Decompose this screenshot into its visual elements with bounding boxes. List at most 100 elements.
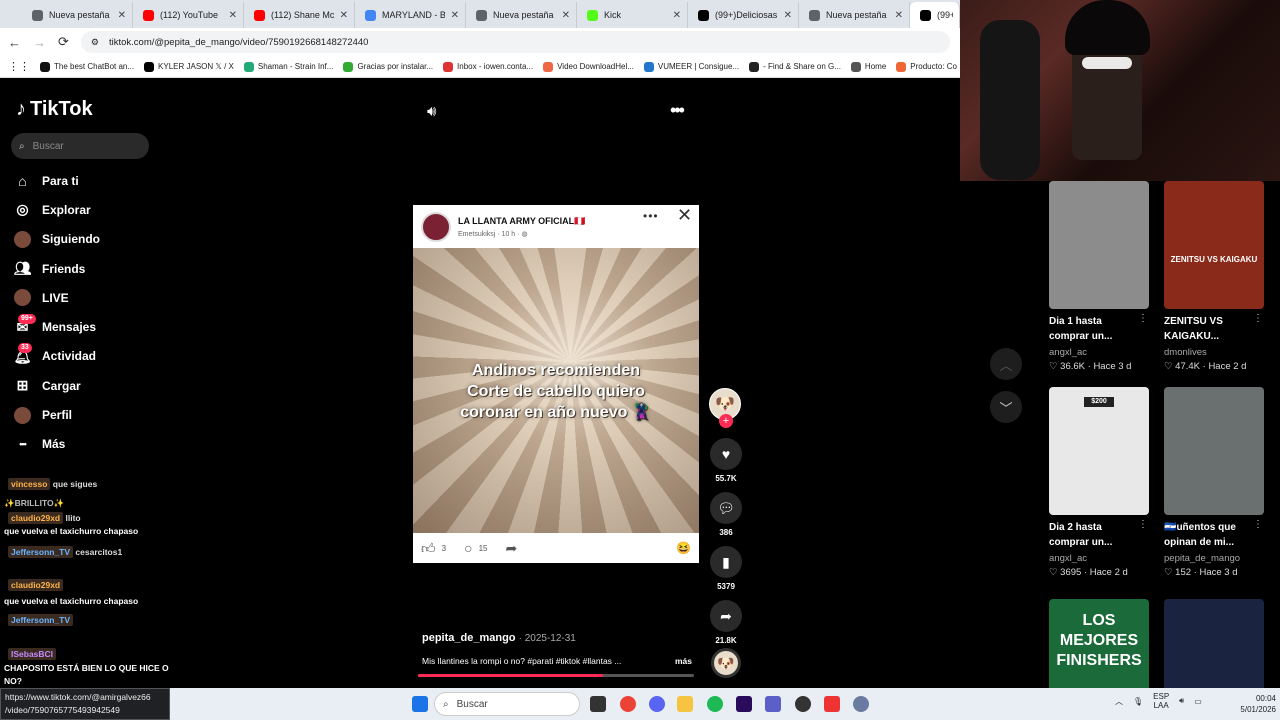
chrome-icon[interactable] [620,696,636,712]
tray-chevron-icon[interactable]: ︿ [1115,696,1123,707]
rec-more-icon[interactable]: ⋮ [1253,313,1263,324]
browser-tab[interactable]: Nueva pestaña ✕ [799,2,910,28]
tab-close-icon[interactable]: ✕ [340,10,348,21]
like-button[interactable]: ♥ [710,438,742,470]
bookmark-item[interactable]: Shaman - Strain Inf... [243,61,333,72]
bookmark-item[interactable]: KYLER JASON 𝕏 / X [144,61,234,72]
windows-start-icon[interactable] [412,696,428,712]
premiere-icon[interactable] [736,696,752,712]
sidebar-item-siguiendo[interactable]: Siguiendo [14,225,164,254]
rec-more-icon[interactable]: ⋮ [1138,313,1148,324]
taskbar-search[interactable]: ⌕ Buscar [434,692,580,716]
bookmark-item[interactable]: Home [850,61,886,72]
taskbar-clock[interactable]: 00:04 5/01/2026 [1230,693,1276,715]
back-icon[interactable]: ← [8,35,21,50]
browser-tab[interactable]: (112) YouTube ✕ [133,2,244,28]
more-options-icon[interactable]: ••• [670,100,685,121]
tab-favicon-icon [920,9,931,21]
tab-favicon-icon [587,9,598,21]
discord-icon[interactable] [649,696,665,712]
rec-more-icon[interactable]: ⋮ [1138,519,1148,530]
recommended-video[interactable]: ⋮ 🇸🇻uñentos que opinan de mi... pepita_d… [1164,387,1266,578]
tab-close-icon[interactable]: ✕ [229,10,237,21]
bookmark-item[interactable]: Video DownloadHel... [543,61,634,72]
forward-icon[interactable]: → [33,35,46,50]
next-video-button[interactable]: ﹀ [990,391,1022,423]
video-player[interactable]: LA LLANTA ARMY OFICIAL🇵🇪 Emetsukiksj · 1… [413,205,699,563]
obs-icon[interactable] [795,696,811,712]
sidebar-item-más[interactable]: ••• Más [14,430,164,459]
notification-badge: 33 [18,342,32,353]
dog-avatar-icon: 🐶 [717,654,735,671]
music-disc[interactable]: 🐶 [711,648,741,678]
sidebar-item-cargar[interactable]: ⊞ Cargar [14,371,164,400]
tiktok-logo[interactable]: ♪ TikTok [16,98,93,121]
volume-icon[interactable]: 🔊︎ [427,103,436,120]
browser-tab[interactable]: Nueva pestaña ✕ [466,2,577,28]
tab-close-icon[interactable]: ✕ [784,10,792,21]
bookmark-item[interactable]: VUMEER | Consigue... [643,61,739,72]
recommended-video[interactable] [1164,599,1266,688]
bookmark-item[interactable]: Producto: Co [896,61,957,72]
tooltip-line-1: https://www.tiktok.com/@amirgalvez66 [5,692,151,702]
spotify-icon[interactable] [707,696,723,712]
recommended-video[interactable]: ZENITSU VS KAIGAKU ⋮ ZENITSU VS KAIGAKU..… [1164,181,1266,372]
browser-tab[interactable]: MARYLAND - Bus ✕ [355,2,466,28]
search-input[interactable]: ⌕ Buscar [11,133,149,159]
previous-video-button[interactable]: ︿ [990,348,1022,380]
bookmark-item[interactable]: Inbox - iowen.conta... [443,61,533,72]
site-info-icon[interactable]: ⚙ [91,37,99,48]
tab-close-icon[interactable]: ✕ [895,10,903,21]
browser-tab[interactable]: Nueva pestaña ✕ [22,2,133,28]
video-author[interactable]: pepita_de_mango [422,632,516,644]
tab-close-icon[interactable]: ✕ [451,10,459,21]
bookmark-favicon-icon [543,61,554,72]
sidebar-item-live[interactable]: LIVE [14,283,164,312]
sidebar-item-perfil[interactable]: Perfil [14,400,164,429]
recommended-video[interactable]: LOS MEJORES FINISHERS [1049,599,1151,688]
browser-tab[interactable]: Kick ✕ [577,2,688,28]
bookmark-item[interactable]: The best ChatBot an... [40,61,134,72]
bookmark-favicon-icon [749,61,760,72]
more-link[interactable]: más [675,656,692,666]
file-explorer-icon[interactable] [677,696,693,712]
apps-grid-icon[interactable]: ⋮⋮ [8,60,30,73]
reload-icon[interactable]: ⟳ [58,34,69,50]
volume-icon[interactable]: 🔊︎ [1179,696,1184,706]
browser-tab[interactable]: (112) Shane McM ✕ [244,2,355,28]
follow-plus-icon[interactable]: + [719,414,733,428]
tab-favicon-icon [143,9,154,21]
task-view-icon[interactable] [590,696,606,712]
mic-icon[interactable]: 🎙︎ [1133,697,1143,706]
settings-gear-icon[interactable] [853,696,869,712]
tab-close-icon[interactable]: ✕ [562,10,570,21]
typing-app-icon[interactable] [824,696,840,712]
browser-tab[interactable]: (99+)M [910,2,960,28]
sidebar-item-para-ti[interactable]: ⌂ Para ti [14,166,164,195]
sidebar-item-friends[interactable]: 👥︎ Friends [14,254,164,283]
language-indicator[interactable]: ESP LAA [1153,692,1169,710]
save-button[interactable]: ▮ [710,546,742,578]
sidebar-item-label: Siguiendo [42,232,100,247]
video-progress-bar[interactable] [418,674,694,677]
tab-close-icon[interactable]: ✕ [673,10,681,21]
tab-close-icon[interactable]: ✕ [118,10,126,21]
bookmark-item[interactable]: - Find & Share on G... [749,61,841,72]
sidebar-item-mensajes[interactable]: ✉ 99+ Mensajes [14,312,164,341]
chat-text: que vuelva el taxichurro chapaso [4,596,139,606]
sidebar-item-actividad[interactable]: 🔔︎ 33 Actividad [14,342,164,371]
recommended-video[interactable]: $200 ⋮ Dia 2 hasta comprar un... angxl_ac… [1049,387,1151,578]
bookmark-item[interactable]: Gracias por instalar... [343,61,433,72]
share-button[interactable]: ➦ [710,600,742,632]
teams-icon[interactable] [765,696,781,712]
recommended-video[interactable]: ⋮ Dia 1 hasta comprar un... angxl_ac ♡ 3… [1049,181,1151,372]
battery-icon[interactable]: ▭ [1194,697,1202,706]
sidebar-item-explorar[interactable]: ◎ Explorar [14,195,164,224]
comment-button[interactable]: 💬︎ [710,492,742,524]
url-field[interactable]: ⚙ tiktok.com/@pepita_de_mango/video/7590… [80,31,950,53]
browser-tab[interactable]: (99+)Deliciosas C ✕ [688,2,799,28]
rec-more-icon[interactable]: ⋮ [1253,519,1263,530]
sidebar-item-label: Actividad [42,349,97,364]
thumbnail-text: $200 [1084,397,1114,407]
creator-avatar[interactable]: 🐶 + [709,388,741,428]
